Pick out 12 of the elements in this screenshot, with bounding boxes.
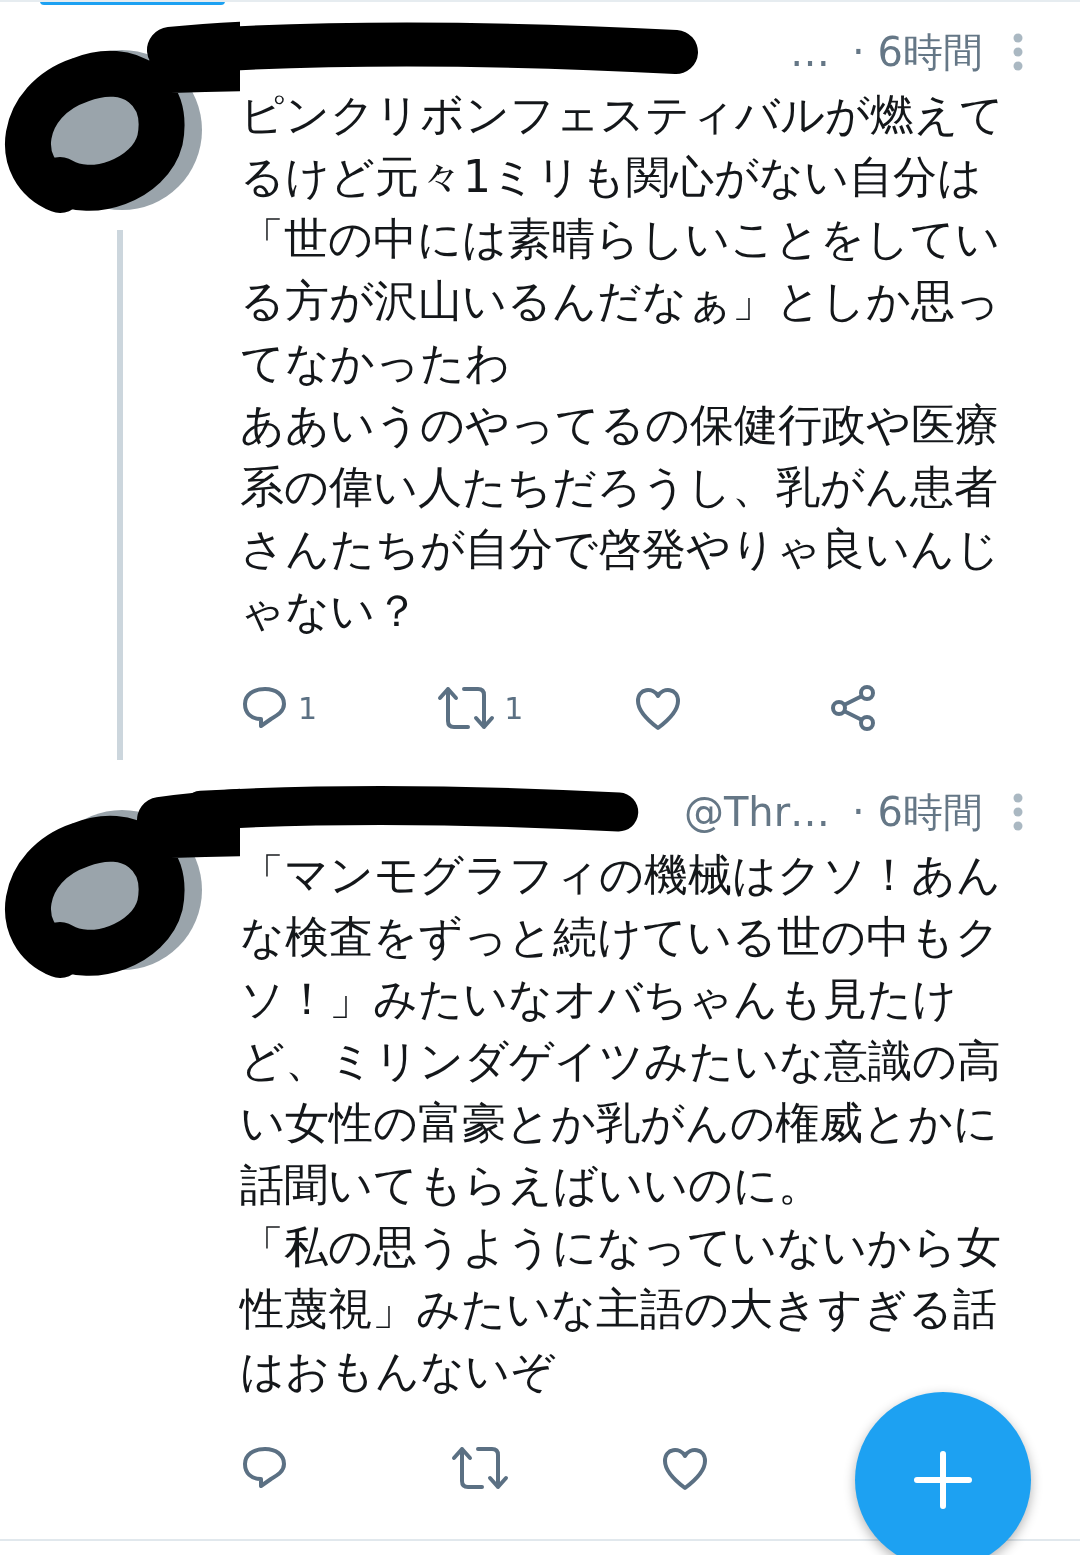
user-handle[interactable]: … (790, 29, 831, 75)
tweet-text: 「私の思うようになっていないから女性蔑視」みたいな主語の大きすぎる話はおもんないぞ (240, 1220, 1002, 1398)
timestamp: · 6時間 (852, 27, 983, 77)
tweet-text: ピンクリボンフェスティバルが燃えてるけど元々1ミリも関心がない自分は「世の中には素晴らしいことをしている方が沢山いるんだなぁ」としか思ってなかったわ (240, 88, 1005, 390)
timestamp: · 6時間 (852, 787, 983, 837)
action-count: 1 (298, 690, 318, 726)
tweet-text: ああいうのやってるの保健行政や医療系の偉い人たちだろうし、乳がん患者さんたちが自分で啓発やりゃ良いんじゃない？ (240, 398, 1001, 638)
compose-button[interactable] (855, 1392, 1031, 1555)
plus-icon (913, 1450, 973, 1510)
tweet-text: 「マンモグラフィの機械はクソ！あんな検査をずっと続けている世の中もクソ！」みたいなオバちゃんも見たけど、ミリンダゲイツみたいな意識の高い女性の富豪とか乳がんの権威とかに話聞いてもらえばいいのに。 (240, 848, 1002, 1212)
action-count: 1 (504, 690, 524, 726)
user-handle[interactable]: @Thr… (683, 789, 831, 835)
